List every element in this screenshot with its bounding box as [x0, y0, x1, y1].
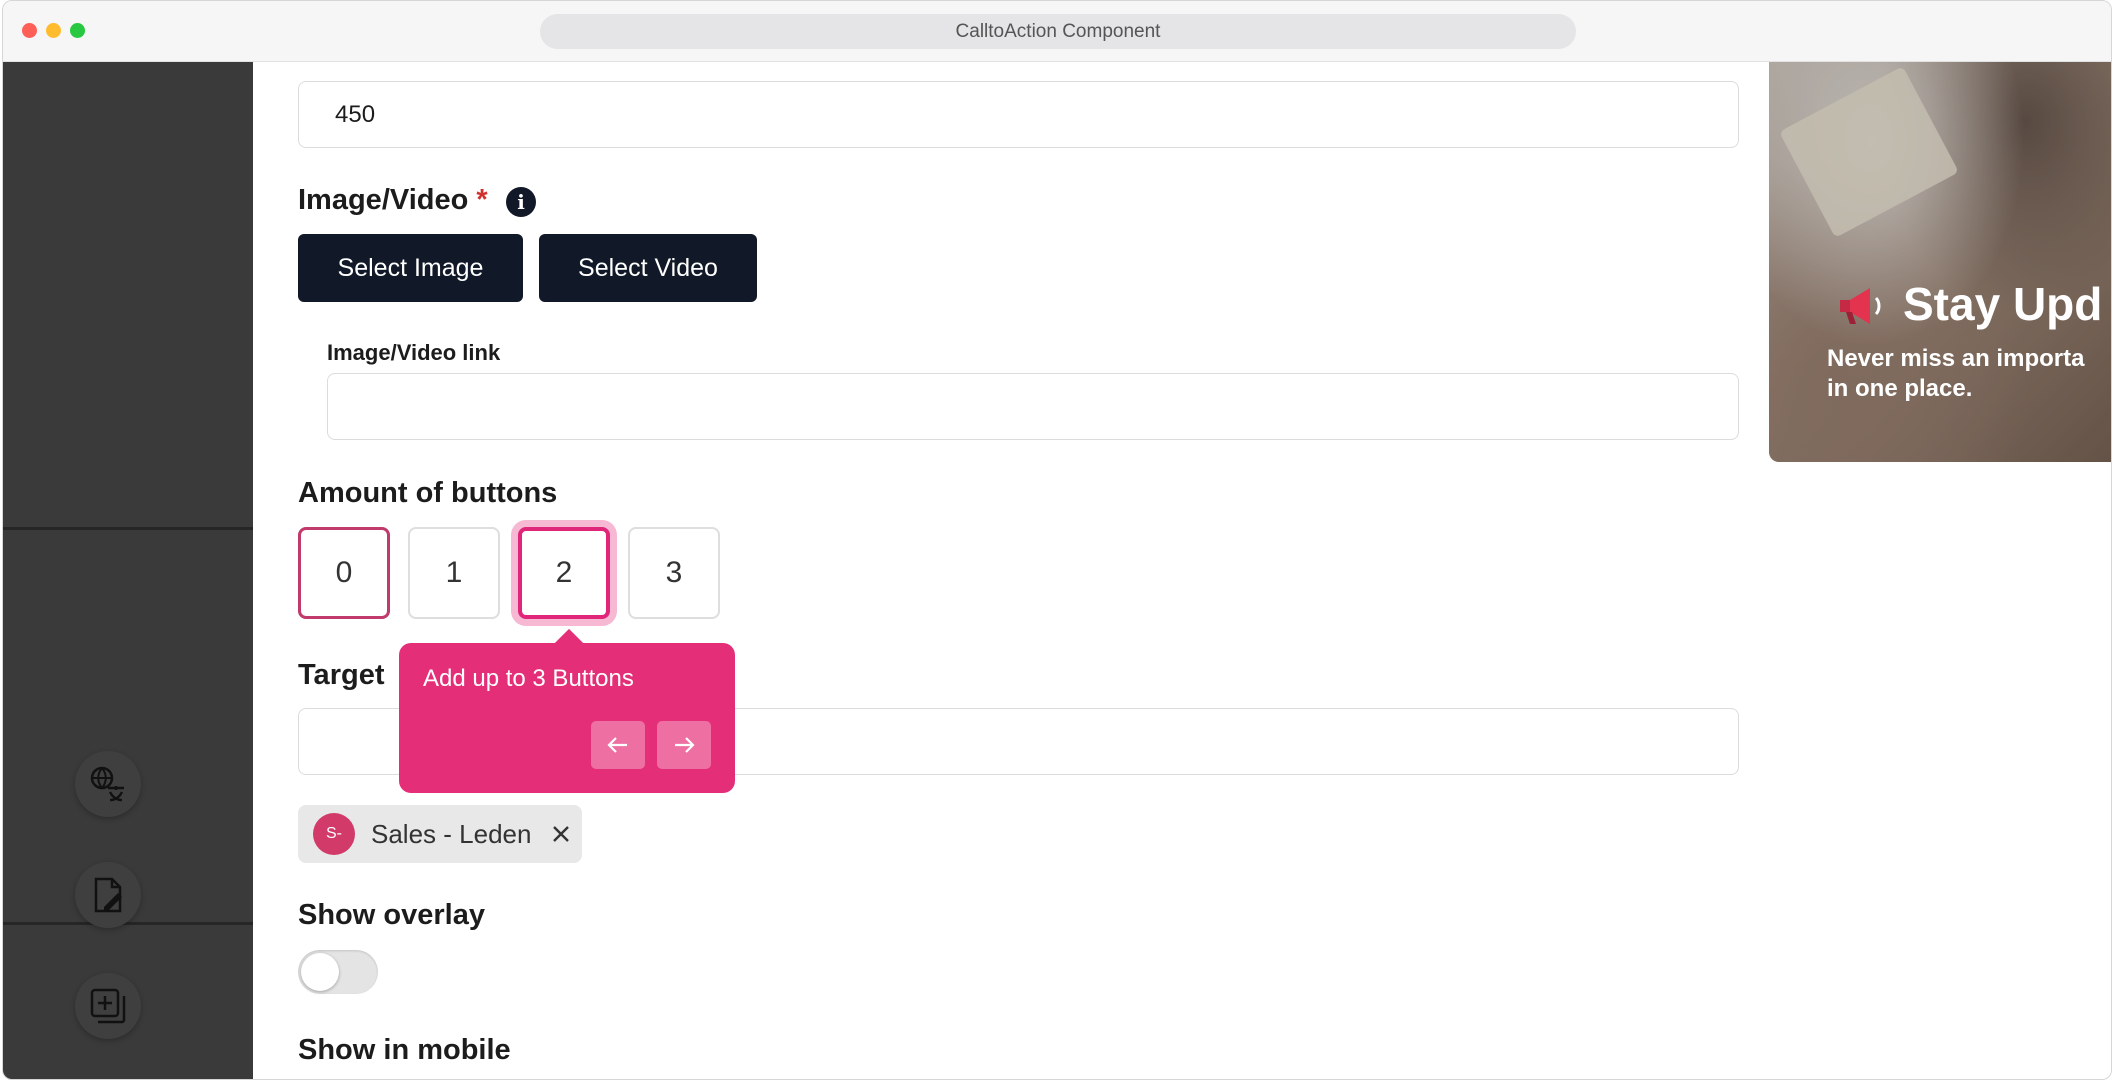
info-icon[interactable]: i [506, 187, 536, 217]
image-video-label: Image/Video [298, 184, 469, 216]
required-mark: * [476, 184, 488, 216]
show-in-mobile-label: Show in mobile [298, 1034, 511, 1066]
tooltip-text: Add up to 3 Buttons [423, 665, 634, 692]
image-video-link-input[interactable] [327, 373, 1739, 440]
button-count-option-1[interactable]: 1 [408, 527, 500, 619]
show-overlay-toggle[interactable] [298, 950, 378, 994]
target-label: Target [298, 659, 385, 691]
tooltip-next-button[interactable] [657, 721, 711, 769]
preview-subtitle: Never miss an importa in one place. [1827, 344, 2111, 404]
translate-button[interactable] [75, 751, 141, 817]
form-panel: 450 Image/Video * i Select Image Select V… [253, 62, 1768, 1079]
preview-subtitle-line-2: in one place. [1827, 375, 1973, 402]
height-input[interactable]: 450 [298, 81, 1739, 148]
audience-chip: S- Sales - Leden [298, 805, 582, 863]
edit-document-button[interactable] [75, 862, 141, 928]
title-bar: CalltoAction Component [3, 1, 2111, 62]
avatar: S- [313, 813, 355, 855]
sidebar [3, 62, 253, 1079]
browser-window: CalltoAction Component 450 Image/Video *… [2, 0, 2112, 1080]
add-copy-icon [90, 988, 126, 1024]
onboarding-tooltip: Add up to 3 Buttons [399, 628, 735, 793]
edit-document-icon [94, 877, 122, 913]
arrow-right-icon [675, 737, 695, 753]
remove-chip-button[interactable] [551, 819, 571, 854]
content-area: 450 Image/Video * i Select Image Select V… [3, 62, 2111, 1079]
amount-of-buttons-label: Amount of buttons [298, 477, 558, 509]
preview-subtitle-line-1: Never miss an importa [1827, 345, 2085, 372]
sidebar-divider [3, 527, 253, 530]
sidebar-divider [3, 922, 253, 925]
maximize-window-button[interactable] [70, 23, 85, 38]
tooltip-arrow [554, 628, 584, 658]
image-video-heading: Image/Video * [298, 184, 488, 217]
arrow-left-icon [607, 737, 627, 753]
close-window-button[interactable] [22, 23, 37, 38]
button-count-option-0[interactable]: 0 [298, 527, 390, 619]
tooltip-prev-button[interactable] [591, 721, 645, 769]
show-overlay-label: Show overlay [298, 899, 485, 931]
window-title: CalltoAction Component [540, 14, 1576, 49]
translate-icon [90, 766, 124, 802]
select-video-button[interactable]: Select Video [539, 234, 757, 302]
select-image-button[interactable]: Select Image [298, 234, 523, 302]
toggle-knob [301, 953, 339, 991]
add-copy-button[interactable] [75, 973, 141, 1039]
button-count-option-2[interactable]: 2 [518, 527, 610, 619]
preview-title: Stay Upd [1903, 278, 2103, 330]
button-count-option-3[interactable]: 3 [628, 527, 720, 619]
image-video-link-label: Image/Video link [327, 340, 501, 365]
chip-label: Sales - Leden [371, 819, 532, 849]
megaphone-icon [1840, 288, 1881, 324]
preview-panel: Stay Upd Never miss an importa in one pl… [1769, 62, 2111, 462]
close-icon [553, 826, 569, 842]
minimize-window-button[interactable] [46, 23, 61, 38]
